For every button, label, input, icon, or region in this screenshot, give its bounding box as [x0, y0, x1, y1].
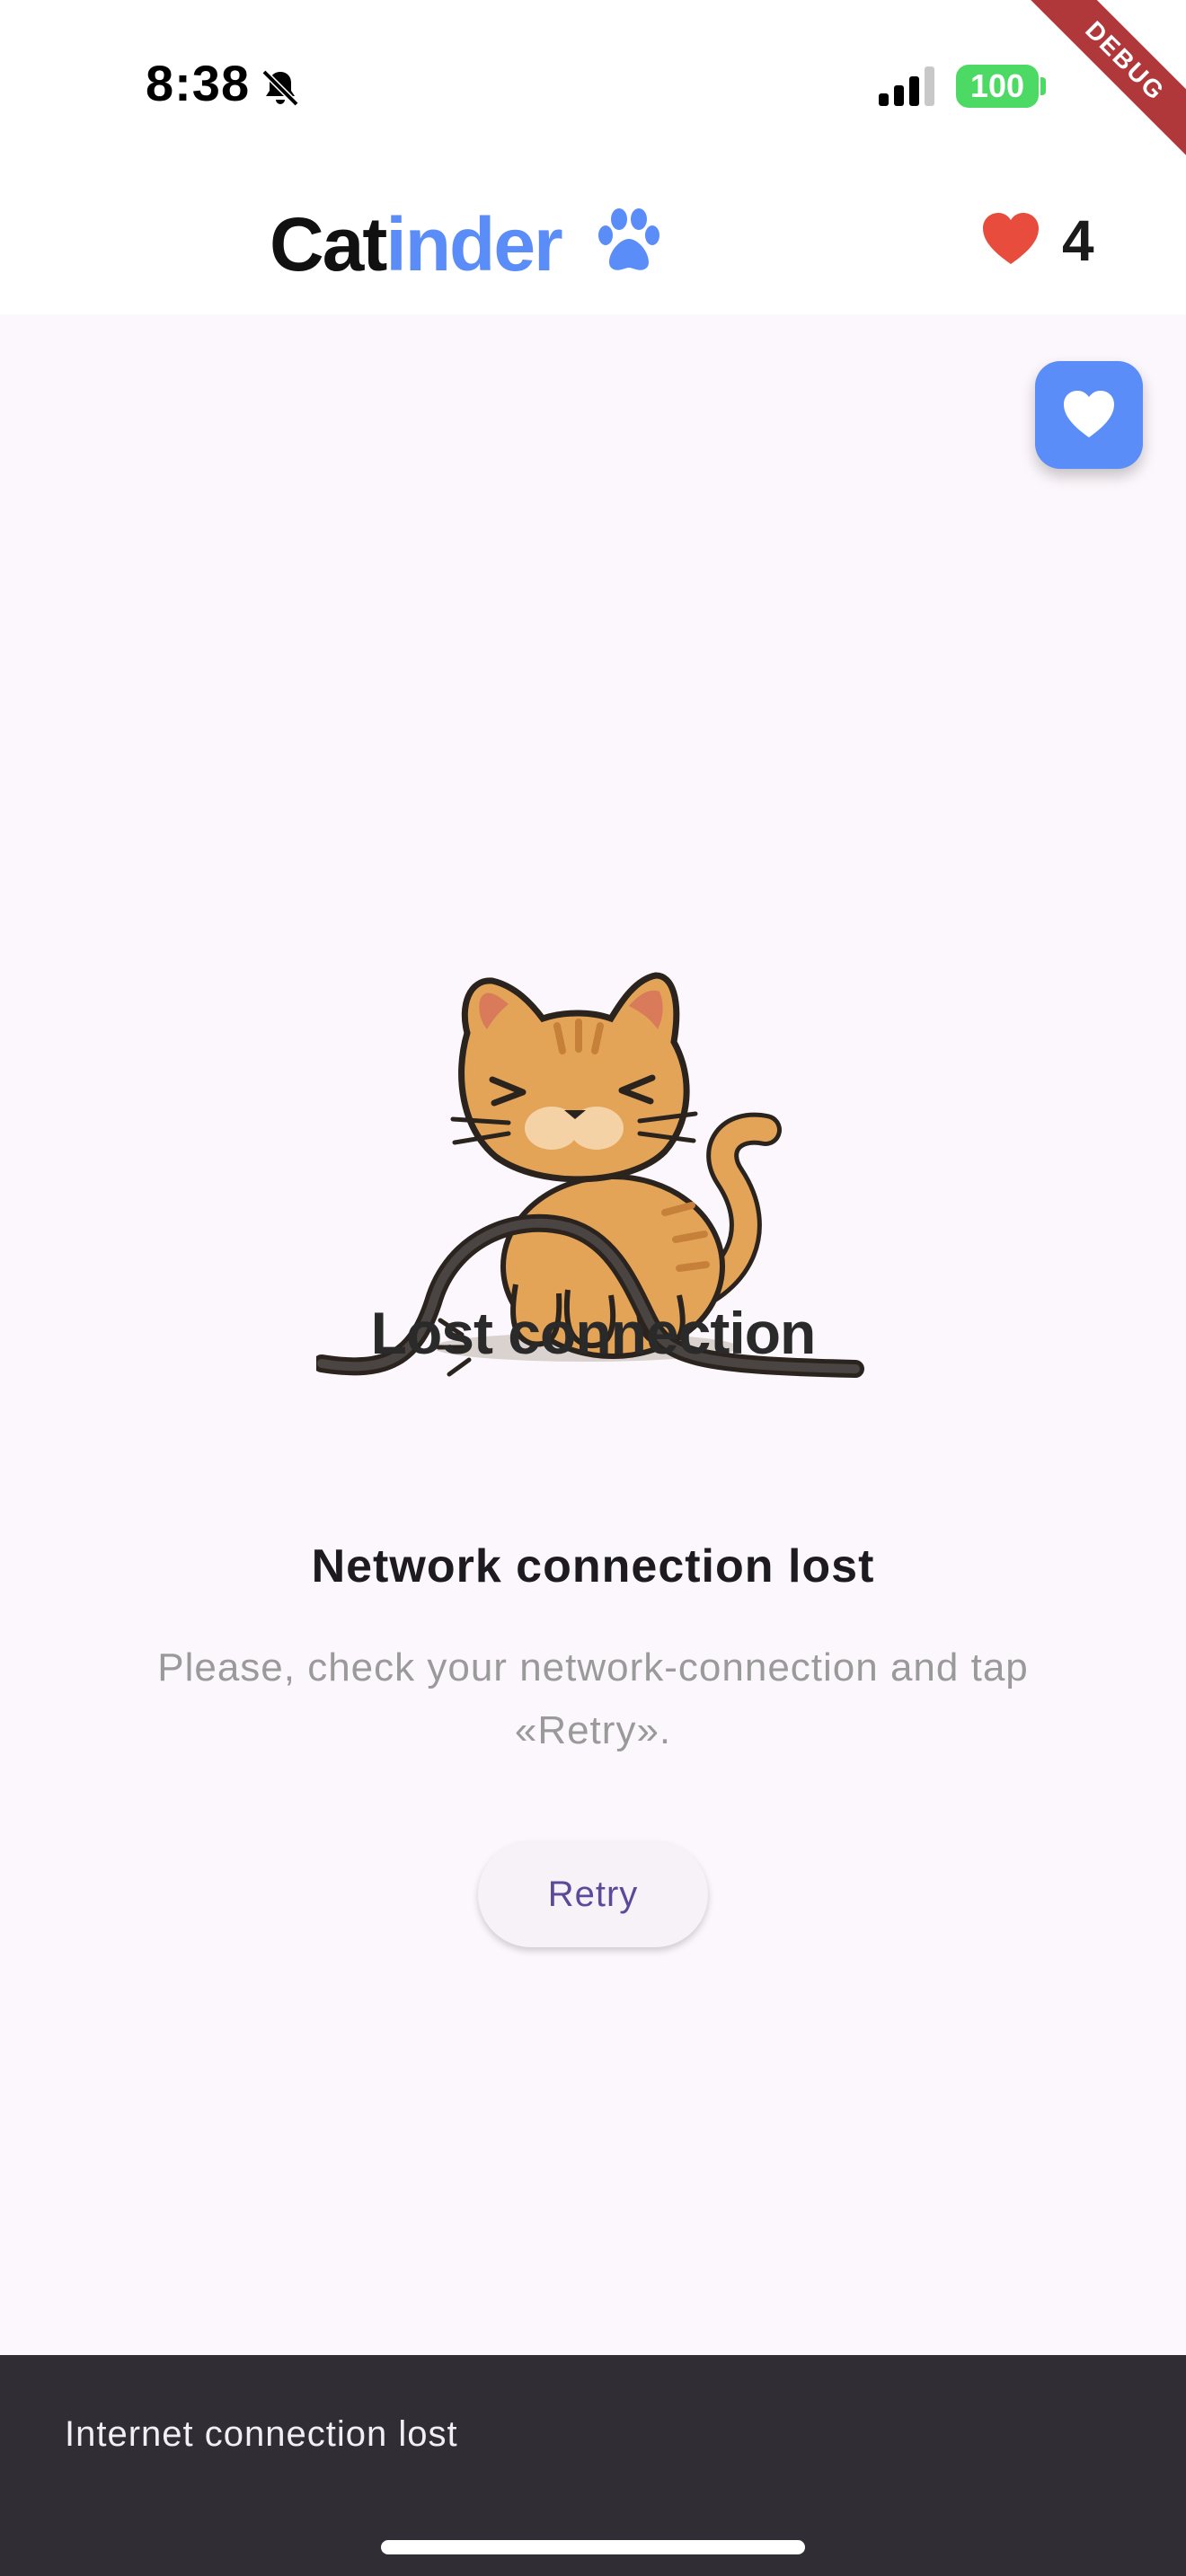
home-indicator[interactable] — [381, 2540, 805, 2554]
main-content: Lost connection Network connection lost … — [0, 314, 1186, 2355]
bell-slash-icon — [261, 69, 299, 107]
favorite-heart-icon — [1064, 391, 1114, 437]
battery-nub — [1040, 77, 1046, 95]
paw-icon — [598, 208, 659, 270]
error-title: Network connection lost — [311, 1540, 875, 1592]
snackbar-message: Internet connection lost — [65, 2414, 458, 2454]
error-message: Please, check your network-connection an… — [157, 1645, 1029, 1752]
cat-biting-cable-illustration — [316, 972, 864, 1378]
app-title-cat: Cat — [270, 202, 387, 287]
app-title-inder: inder — [385, 202, 562, 287]
heart-icon — [983, 213, 1039, 264]
status-bar: 8:38 100 DEBUG — [0, 0, 1186, 180]
status-time: 8:38 — [146, 55, 251, 111]
app-title: Catinder — [270, 201, 563, 288]
likes-count: 4 — [1062, 208, 1094, 273]
favorites-button[interactable] — [1035, 361, 1143, 469]
illustration-caption: Lost connection — [370, 1300, 817, 1366]
app-bar: Catinder 4 — [0, 171, 1186, 314]
battery-icon: 100 — [956, 65, 1039, 108]
signal-icon — [879, 66, 934, 106]
retry-button[interactable]: Retry — [478, 1841, 708, 1947]
